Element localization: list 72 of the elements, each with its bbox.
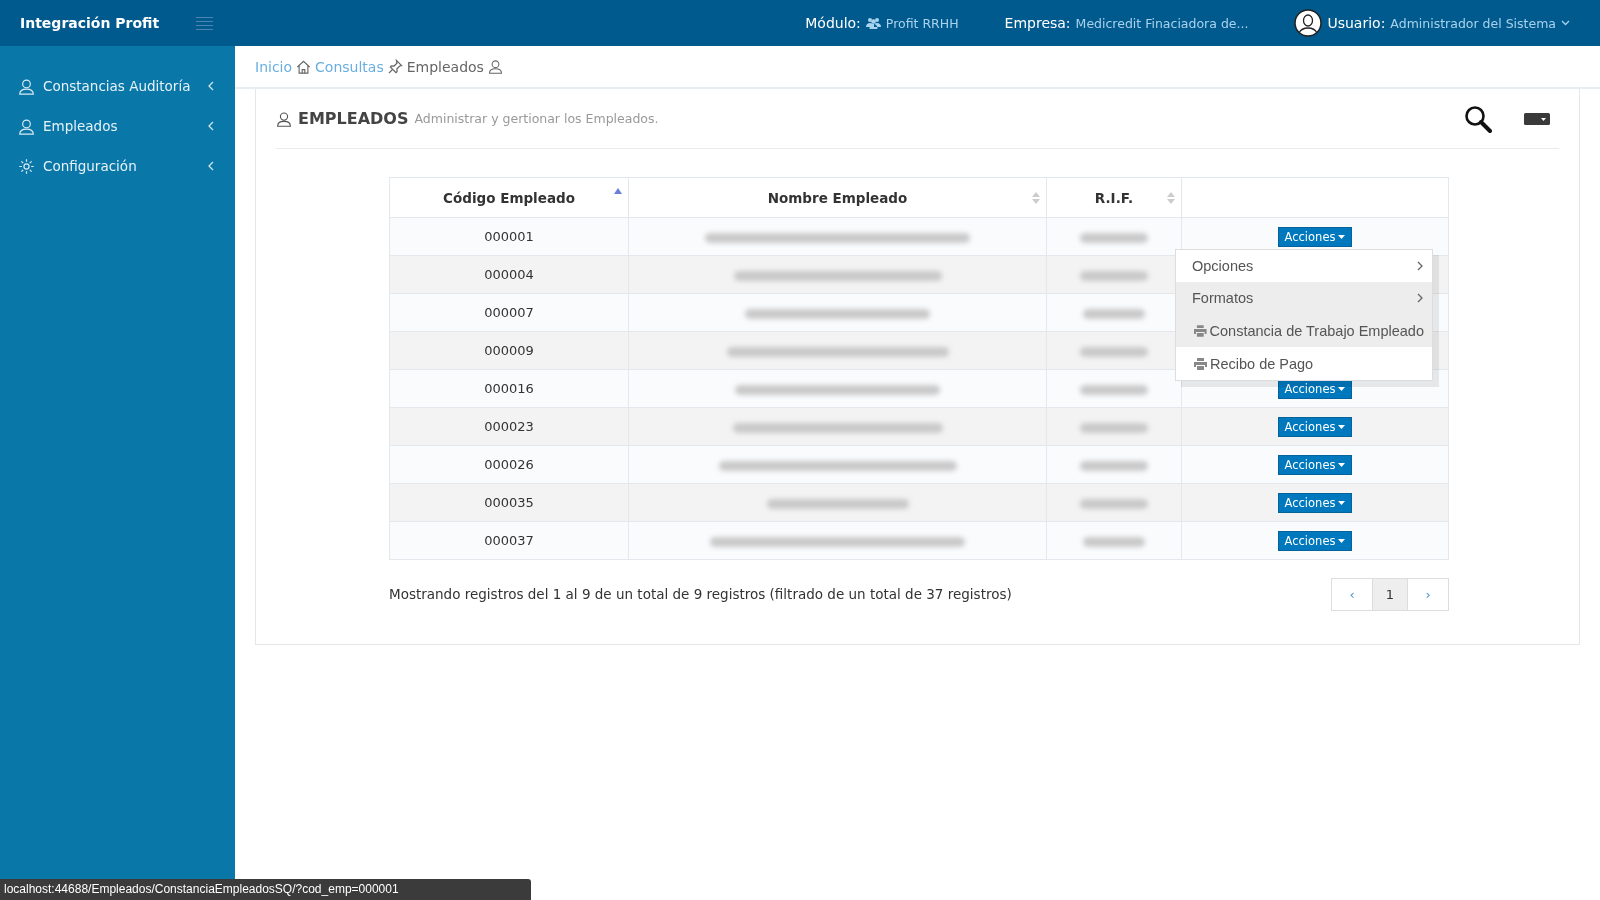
table-cell: 000023: [389, 407, 629, 446]
search-icon[interactable]: [1464, 104, 1492, 133]
chevron-icon: [207, 121, 215, 131]
blurred-text: [1080, 232, 1148, 243]
caret-icon: [1338, 462, 1346, 467]
pin-icon: [387, 59, 403, 74]
sidebar-item[interactable]: Constancias Auditoría: [0, 66, 235, 106]
column-header[interactable]: Código Empleado: [389, 177, 629, 218]
table-cell: 000037: [389, 521, 629, 560]
actions-button[interactable]: Acciones: [1277, 226, 1353, 247]
actions-button[interactable]: Acciones: [1277, 416, 1353, 437]
sidebar-item[interactable]: Empleados: [0, 106, 235, 146]
caret-icon: [1338, 424, 1346, 429]
menu-item[interactable]: Formatos: [1176, 282, 1432, 314]
user-value[interactable]: Administrador del Sistema: [1390, 15, 1556, 31]
panel-subtitle: Administrar y gertionar los Empleados.: [414, 111, 660, 126]
blurred-text: [1083, 536, 1145, 547]
previous-page-button[interactable]: ‹: [1331, 578, 1373, 611]
module-value: Profit RRHH: [885, 15, 959, 31]
caret-icon: [1338, 538, 1346, 543]
printer-icon: [1194, 357, 1207, 370]
blurred-text: [1080, 460, 1148, 471]
menu-item[interactable]: Constancia de Trabajo Empleado: [1176, 314, 1432, 347]
blurred-text: [1080, 422, 1148, 433]
caret-icon: [1338, 234, 1346, 239]
table-cell: 000007: [389, 293, 629, 332]
caret-icon: [1338, 386, 1346, 391]
page-button[interactable]: 1: [1372, 578, 1408, 611]
actions-button[interactable]: Acciones: [1277, 530, 1353, 551]
blurred-text: [1080, 384, 1148, 395]
module-label: Módulo:: [805, 15, 861, 31]
blurred-text: [1080, 270, 1148, 281]
user-icon: [18, 77, 35, 95]
chevron-icon: [207, 81, 215, 91]
avatar-icon[interactable]: [1294, 9, 1323, 37]
app-brand: Integración Profit: [20, 15, 160, 31]
table-cell: 000004: [389, 255, 629, 294]
column-header[interactable]: Nombre Empleado: [628, 177, 1047, 218]
user-icon: [487, 59, 503, 74]
printer-icon: [1194, 324, 1207, 337]
table-cell: 000009: [389, 331, 629, 370]
dropdown-toggle-icon[interactable]: [1524, 112, 1550, 125]
panel-title: EMPLEADOS: [298, 109, 409, 128]
users-icon: [865, 17, 881, 29]
breadcrumb-link[interactable]: Inicio: [255, 58, 293, 75]
table-cell: 000026: [389, 445, 629, 484]
next-page-button[interactable]: ›: [1407, 578, 1449, 611]
chevron-down-icon[interactable]: [1561, 20, 1570, 26]
status-url: localhost:44688/Empleados/ConstanciaEmpleadosSQ/?cod_emp=000001: [0, 879, 531, 900]
blurred-text: [1080, 346, 1148, 357]
user-icon: [18, 117, 35, 135]
chevron-icon: [207, 161, 215, 171]
breadcrumb-link[interactable]: Consultas: [315, 58, 384, 75]
blurred-text: [1080, 498, 1148, 509]
caret-icon: [1338, 500, 1346, 505]
breadcrumb-current: Empleados: [406, 58, 484, 75]
table-info: Mostrando registros del 1 al 9 de un total de 9 registros (filtrado de un total de 37 registros): [389, 585, 1012, 602]
company-value: Medicredit Finaciadora de...: [1075, 15, 1249, 31]
user-icon: [276, 110, 292, 127]
table-cell: 000001: [389, 217, 629, 256]
sidebar-item[interactable]: Configuración: [0, 146, 235, 186]
chevron-right-icon: [1416, 261, 1424, 271]
actions-button[interactable]: Acciones: [1277, 492, 1353, 513]
blurred-text: [1083, 308, 1145, 319]
column-header[interactable]: R.I.F.: [1046, 177, 1182, 218]
table-cell: 000016: [389, 369, 629, 408]
actions-button[interactable]: Acciones: [1277, 454, 1353, 475]
chevron-right-icon: [1416, 293, 1424, 303]
user-label: Usuario:: [1327, 15, 1386, 31]
table-cell: 000035: [389, 483, 629, 522]
company-label: Empresa:: [1004, 15, 1071, 31]
home-icon: [296, 59, 312, 74]
